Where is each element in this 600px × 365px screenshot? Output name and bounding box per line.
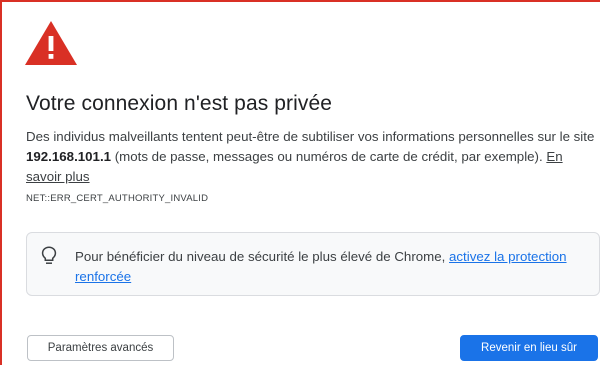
advanced-settings-button[interactable]: Paramètres avancés: [27, 335, 174, 361]
page-title: Votre connexion n'est pas privée: [26, 92, 333, 115]
interstitial-page: Votre connexion n'est pas privée Des ind…: [0, 0, 600, 365]
site-host: 192.168.101.1: [26, 149, 112, 164]
warning-description: Des individus malveillants tentent peut-…: [26, 127, 596, 187]
lightbulb-icon: [41, 246, 57, 264]
description-text-end: (mots de passe, messages ou numéros de c…: [111, 149, 547, 164]
description-text-start: Des individus malveillants tentent peut-…: [26, 129, 595, 144]
error-code: NET::ERR_CERT_AUTHORITY_INVALID: [26, 193, 209, 204]
enhanced-protection-text: Pour bénéficier du niveau de sécurité le…: [75, 247, 575, 287]
warning-triangle-icon: [25, 21, 77, 65]
enhanced-protection-message: Pour bénéficier du niveau de sécurité le…: [75, 249, 450, 264]
back-to-safety-button[interactable]: Revenir en lieu sûr: [460, 335, 598, 361]
enhanced-protection-box: Pour bénéficier du niveau de sécurité le…: [26, 232, 600, 296]
